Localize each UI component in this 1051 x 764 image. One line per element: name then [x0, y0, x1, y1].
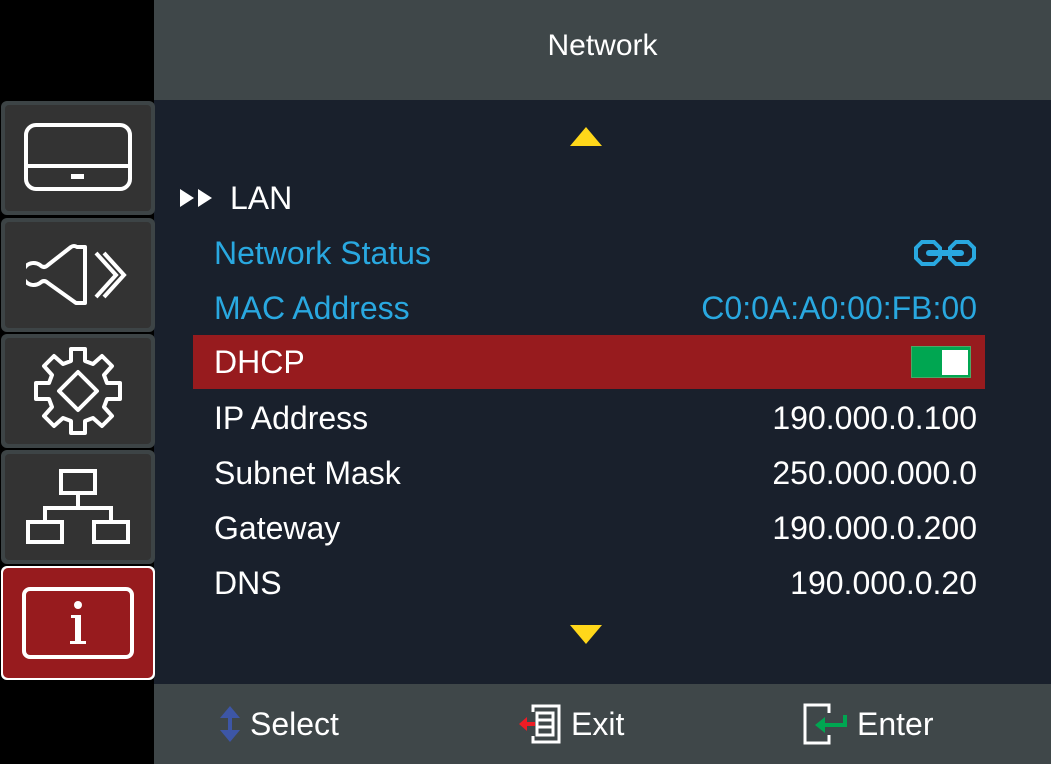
- row-value: 190.000.0.100: [772, 399, 977, 436]
- hint-label: Enter: [857, 705, 934, 742]
- row-mac-address: MAC Address C0:0A:A0:00:FB:00: [193, 281, 985, 335]
- row-label: IP Address: [214, 399, 369, 436]
- sidebar-item-display[interactable]: [1, 101, 155, 215]
- hint-label: Select: [250, 705, 339, 742]
- row-network-status: Network Status: [193, 226, 985, 280]
- exit-menu-icon: [519, 704, 561, 744]
- row-value: 190.000.0.200: [772, 509, 977, 546]
- network-tree-icon: [26, 469, 130, 544]
- info-icon: [22, 587, 134, 659]
- sidebar-item-network[interactable]: [1, 450, 155, 564]
- sidebar-item-information[interactable]: [1, 566, 155, 680]
- hint-enter: Enter: [803, 700, 933, 748]
- enter-icon: [803, 703, 847, 745]
- row-dns[interactable]: DNS 190.000.0.20: [193, 556, 985, 610]
- speaker-icon: [26, 244, 127, 305]
- row-label: Gateway: [214, 509, 341, 546]
- gear-icon: [34, 347, 122, 435]
- section-label: LAN: [230, 179, 293, 216]
- monitor-icon: [24, 123, 132, 191]
- row-ip-address[interactable]: IP Address 190.000.0.100: [193, 391, 985, 445]
- row-gateway[interactable]: Gateway 190.000.0.200: [193, 501, 985, 555]
- hint-exit: Exit: [519, 700, 624, 748]
- dhcp-toggle[interactable]: [911, 346, 971, 378]
- row-value: 250.000.000.0: [772, 454, 977, 491]
- row-value: C0:0A:A0:00:FB:00: [701, 289, 977, 326]
- sidebar-item-settings[interactable]: [1, 334, 155, 448]
- menu-header: Network: [154, 0, 1051, 100]
- hint-label: Exit: [571, 705, 625, 742]
- row-label: DNS: [214, 564, 282, 601]
- section-lan: LAN: [180, 178, 292, 218]
- page-title: Network: [547, 29, 658, 62]
- sidebar-item-audio[interactable]: [1, 218, 155, 332]
- link-connected-icon: [914, 240, 976, 266]
- triangle-up-icon[interactable]: [570, 127, 602, 146]
- toggle-knob: [942, 350, 968, 375]
- row-value: 190.000.0.20: [790, 564, 977, 601]
- up-down-arrow-icon: [220, 706, 240, 742]
- triangle-down-icon[interactable]: [570, 625, 602, 644]
- row-dhcp[interactable]: DHCP: [193, 335, 985, 389]
- row-label: Subnet Mask: [214, 454, 401, 491]
- row-label: MAC Address: [214, 289, 410, 326]
- row-label: Network Status: [214, 234, 431, 271]
- row-subnet-mask[interactable]: Subnet Mask 250.000.000.0: [193, 446, 985, 500]
- row-label: DHCP: [214, 343, 305, 380]
- hint-select: Select: [218, 700, 339, 748]
- double-triangle-right-icon: [180, 189, 212, 207]
